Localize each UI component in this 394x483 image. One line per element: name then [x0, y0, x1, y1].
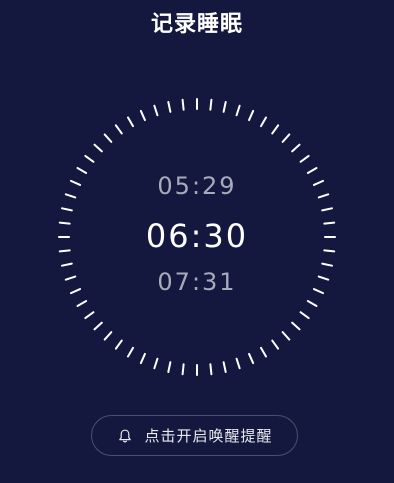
dial-tick [114, 124, 123, 135]
time-option-previous[interactable]: 05:29 [0, 172, 394, 200]
dial-tick [321, 207, 333, 212]
wake-reminder-label: 点击开启唤醒提醒 [144, 427, 273, 445]
dial-tick [281, 331, 291, 341]
dial-tick [167, 361, 172, 373]
bell-icon [116, 427, 134, 445]
dial-tick [93, 143, 103, 153]
time-option-selected[interactable]: 06:30 [0, 217, 394, 255]
dial-tick [291, 321, 301, 331]
dial-tick [181, 98, 185, 111]
dial-tick [306, 300, 318, 307]
dial-tick [181, 363, 185, 376]
dial-tick [271, 339, 280, 350]
dial-tick [291, 143, 301, 153]
dial-tick [127, 116, 134, 128]
wake-reminder-button[interactable]: 点击开启唤醒提醒 [91, 415, 298, 456]
dial-tick [167, 101, 172, 113]
dial-tick [260, 116, 267, 128]
dial-tick [61, 207, 73, 212]
dial-tick [248, 352, 255, 365]
dial-tick [321, 262, 333, 267]
dial-tick [127, 346, 134, 358]
dial-tick [139, 109, 146, 122]
dial-tick [93, 321, 103, 331]
dial-tick [153, 104, 159, 117]
dial-tick [103, 133, 113, 143]
dial-tick [114, 339, 123, 350]
dial-tick [209, 98, 213, 111]
dial-tick [103, 331, 113, 341]
dial-tick [222, 361, 227, 373]
dial-tick [84, 154, 95, 163]
dial-tick [299, 154, 310, 163]
dial-tick [222, 101, 227, 113]
dial-tick [84, 311, 95, 320]
dial-tick [209, 363, 213, 376]
dial-tick [235, 104, 241, 117]
dial-tick [61, 262, 73, 267]
time-option-next[interactable]: 07:31 [0, 268, 394, 296]
dial-tick [153, 357, 159, 370]
dial-tick [248, 109, 255, 122]
dial-tick [271, 124, 280, 135]
dial-tick [299, 311, 310, 320]
dial-tick [260, 346, 267, 358]
dial-tick [139, 352, 146, 365]
time-picker: 05:29 06:30 07:31 [0, 0, 394, 483]
dial-tick [281, 133, 291, 143]
dial-tick [235, 357, 241, 370]
page-title: 记录睡眠 [150, 12, 243, 37]
dial-tick [76, 300, 88, 307]
